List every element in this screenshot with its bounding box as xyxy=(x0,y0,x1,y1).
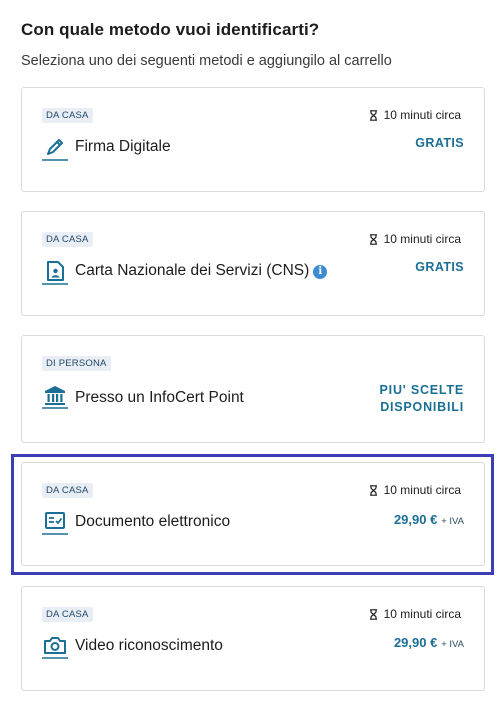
method-label: Carta Nazionale dei Servizi (CNS) i xyxy=(75,262,328,280)
location-badge: DA CASA xyxy=(42,607,93,622)
method-card-firma-digitale[interactable]: DA CASA 10 minuti circa Firma Digitale G… xyxy=(21,87,485,192)
info-icon[interactable]: i xyxy=(313,265,328,279)
price-suffix: + IVA xyxy=(441,639,464,650)
bank-icon xyxy=(42,383,68,409)
method-card-cns[interactable]: DA CASA 10 minuti circa Carta Nazionale … xyxy=(21,211,485,316)
page-title: Con quale metodo vuoi identificarti? xyxy=(21,20,320,39)
price-line-1: PIU' SCELTE xyxy=(379,383,464,397)
method-price: GRATIS xyxy=(415,136,464,150)
pen-icon xyxy=(42,135,68,161)
duration: 10 minuti circa xyxy=(369,108,461,122)
method-label: Presso un InfoCert Point xyxy=(75,389,244,406)
method-price: PIU' SCELTE DISPONIBILI xyxy=(380,382,464,416)
duration: 10 minuti circa xyxy=(369,232,461,246)
method-label-text: Carta Nazionale dei Servizi (CNS) xyxy=(75,262,310,279)
hourglass-icon xyxy=(369,608,377,620)
price-amount: 29,90 € xyxy=(393,635,438,650)
hourglass-icon xyxy=(369,109,377,121)
page-subtitle: Seleziona uno dei seguenti metodi e aggi… xyxy=(21,53,392,69)
location-badge: DA CASA xyxy=(42,232,93,247)
method-price: 29,90 € + IVA xyxy=(394,634,464,653)
price-line-2: DISPONIBILI xyxy=(380,400,464,414)
method-card-video-riconoscimento[interactable]: DA CASA 10 minuti circa Video riconoscim… xyxy=(21,586,485,691)
location-badge: DI PERSONA xyxy=(42,356,111,371)
hourglass-icon xyxy=(369,233,377,245)
method-label: Firma Digitale xyxy=(75,138,171,155)
method-card-infocert-point[interactable]: DI PERSONA Presso un InfoCert Point PIU'… xyxy=(21,335,485,443)
location-badge: DA CASA xyxy=(42,108,93,123)
selection-highlight xyxy=(11,454,494,575)
method-price: GRATIS xyxy=(415,260,464,274)
duration-text: 10 minuti circa xyxy=(383,232,461,246)
id-card-icon xyxy=(42,259,68,285)
camera-icon xyxy=(42,633,68,659)
duration-text: 10 minuti circa xyxy=(383,607,461,621)
method-label: Video riconoscimento xyxy=(75,637,223,654)
duration-text: 10 minuti circa xyxy=(383,108,461,122)
duration: 10 minuti circa xyxy=(369,607,461,621)
